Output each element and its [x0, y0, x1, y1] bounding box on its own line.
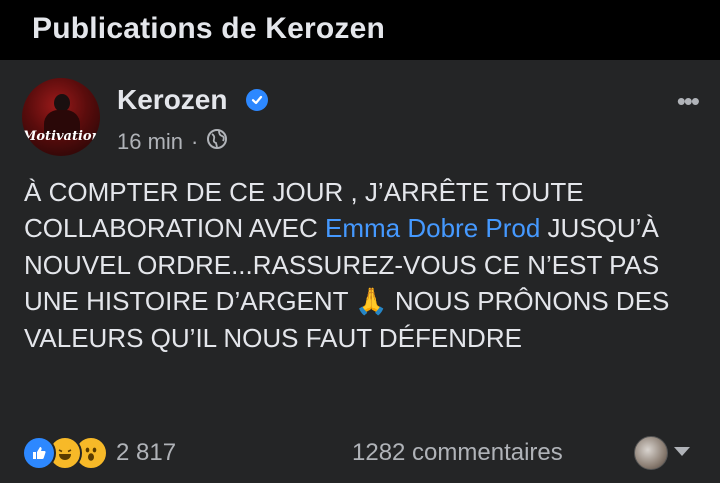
- reaction-count[interactable]: 2 817: [116, 439, 176, 467]
- post-meta: 16 min ·: [117, 128, 228, 156]
- reactions-summary[interactable]: 2 817: [22, 436, 176, 470]
- globe-icon[interactable]: [206, 128, 228, 156]
- post-timestamp[interactable]: 16 min: [117, 129, 183, 155]
- more-options-button[interactable]: •••: [677, 88, 700, 114]
- comments-count-link[interactable]: 1282 commentaires: [352, 439, 563, 467]
- chevron-down-icon[interactable]: [674, 447, 690, 456]
- post-footer: 2 817 1282 commentaires: [0, 430, 720, 474]
- meta-separator: ·: [191, 129, 199, 154]
- avatar-script-text: Motivation: [22, 129, 100, 144]
- section-title: Publications de Kerozen: [32, 12, 385, 45]
- like-icon: [22, 436, 56, 470]
- author-name[interactable]: Kerozen: [117, 84, 227, 116]
- post-card: Motivation Kerozen 16 min · ••• À COMPTE…: [0, 60, 720, 483]
- mention-link[interactable]: Emma Dobre Prod: [325, 213, 540, 243]
- pray-emoji: 🙏: [355, 286, 388, 317]
- post-body: À COMPTER DE CE JOUR , J’ARRÊTE TOUTE CO…: [24, 174, 704, 356]
- viewer-avatar[interactable]: [634, 436, 668, 470]
- author-avatar[interactable]: Motivation: [22, 78, 100, 156]
- verified-badge-icon: [246, 89, 268, 111]
